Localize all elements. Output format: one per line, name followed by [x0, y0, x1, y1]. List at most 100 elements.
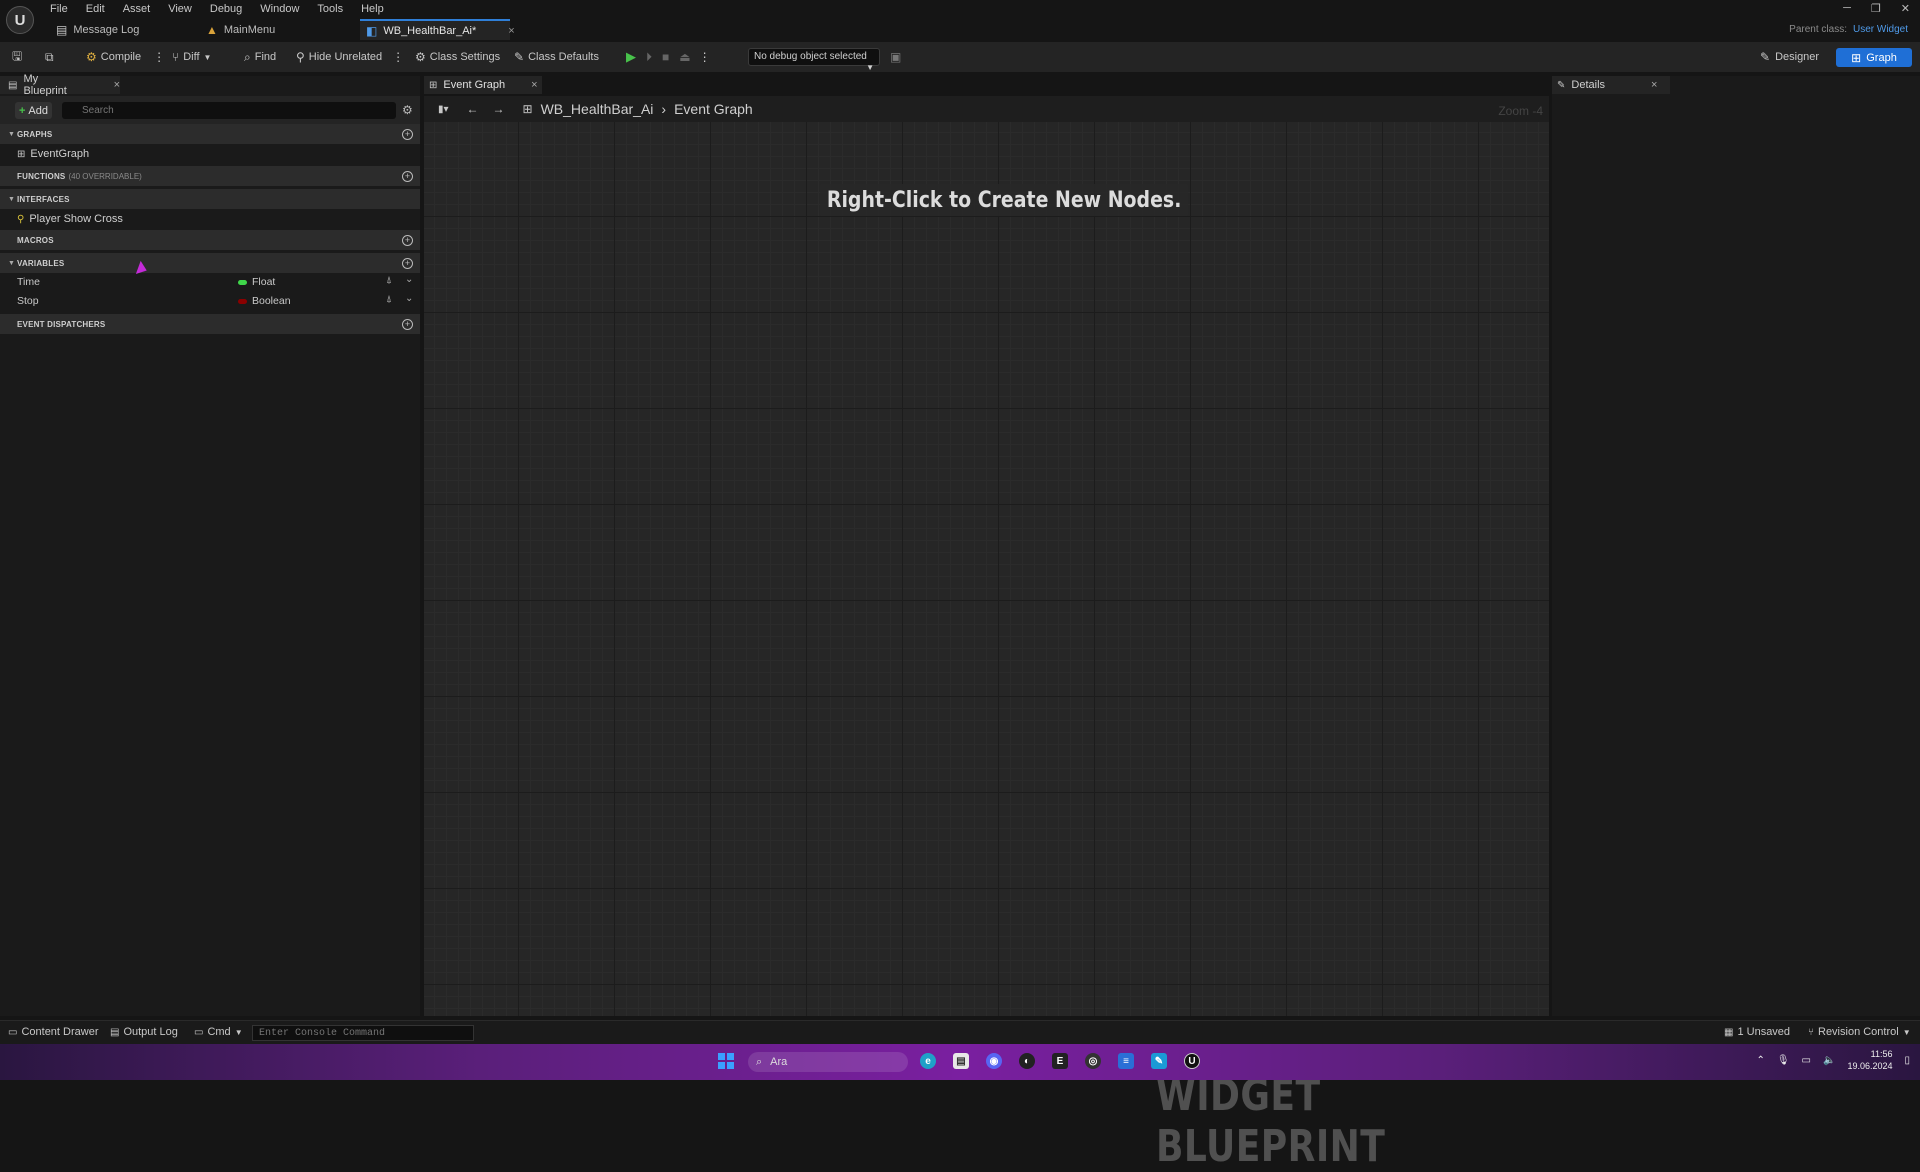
save-button[interactable]: 🖫: [12, 47, 22, 67]
collapse-icon[interactable]: ▼: [8, 196, 15, 203]
discord-icon[interactable]: ◉: [986, 1053, 1002, 1069]
more-icon[interactable]: ⋮: [699, 50, 711, 64]
more-icon[interactable]: ⋮: [153, 50, 165, 64]
variable-row-time[interactable]: Time Float ⍋ ⌄: [0, 274, 420, 292]
designer-button[interactable]: ✎ Designer: [1752, 48, 1827, 66]
volume-icon[interactable]: 🔈: [1823, 1055, 1835, 1066]
menu-help[interactable]: Help: [352, 2, 393, 17]
interface-item-player-show-cross[interactable]: ⚲ Player Show Cross: [17, 211, 123, 227]
file-explorer-icon[interactable]: ▤: [953, 1053, 969, 1069]
unreal-engine-icon[interactable]: U: [1184, 1053, 1200, 1069]
section-graphs[interactable]: ▼ GRAPHS +: [0, 124, 420, 144]
blueprint-icon: ◧: [366, 23, 378, 38]
browse-button[interactable]: ⧉: [45, 47, 54, 67]
revision-control-button[interactable]: ⑂ Revision Control ▼: [1808, 1026, 1911, 1038]
taskbar-search[interactable]: ⌕ Ara: [748, 1052, 908, 1072]
menu-debug[interactable]: Debug: [201, 2, 251, 17]
tab-details[interactable]: ✎ Details ×: [1552, 76, 1670, 94]
add-graph-icon[interactable]: +: [402, 128, 413, 140]
unreal-logo-icon[interactable]: U: [6, 6, 34, 34]
menu-edit[interactable]: Edit: [77, 2, 114, 17]
epic-games-icon[interactable]: E: [1052, 1053, 1068, 1069]
hide-unrelated-button[interactable]: ⚲ Hide Unrelated ⋮: [296, 47, 404, 67]
parent-class-value[interactable]: User Widget: [1853, 24, 1908, 35]
debug-object-select[interactable]: No debug object selected ▼: [748, 48, 880, 72]
close-icon[interactable]: ×: [531, 79, 537, 91]
notepad-icon[interactable]: ≡: [1118, 1053, 1134, 1069]
section-macros[interactable]: MACROS +: [0, 230, 420, 250]
add-macro-icon[interactable]: +: [402, 234, 413, 246]
add-function-icon[interactable]: +: [402, 170, 413, 182]
stop-icon[interactable]: ■: [662, 50, 669, 64]
github-icon[interactable]: ◐: [1019, 1053, 1035, 1069]
add-button[interactable]: + Add: [15, 102, 52, 119]
tab-wb-healthbar-ai[interactable]: ◧ WB_HealthBar_Ai* ×: [360, 19, 515, 40]
debug-browse-button[interactable]: ▣: [890, 47, 901, 67]
collapse-icon[interactable]: ▼: [8, 131, 15, 138]
menu-asset[interactable]: Asset: [114, 2, 160, 17]
more-icon[interactable]: ⋮: [392, 50, 404, 64]
graph-header: ▮▾ ← → ⊞ WB_HealthBar_Ai › Event Graph Z…: [424, 96, 1549, 122]
collapse-icon[interactable]: ▼: [8, 260, 15, 267]
clock[interactable]: 11:56 19.06.2024: [1847, 1048, 1892, 1072]
section-event-dispatchers[interactable]: EVENT DISPATCHERS +: [0, 314, 420, 334]
close-icon[interactable]: ×: [508, 25, 514, 37]
graph-button[interactable]: ⊞ Graph: [1836, 48, 1912, 67]
class-settings-button[interactable]: ⚙ Class Settings: [415, 47, 500, 67]
bookmark-icon[interactable]: ▮▾: [438, 104, 449, 115]
step-icon[interactable]: ⏵: [646, 50, 652, 65]
restore-icon[interactable]: ❐: [1871, 2, 1881, 15]
forward-arrow-icon[interactable]: →: [493, 102, 505, 116]
close-window-icon[interactable]: ✕: [1901, 2, 1910, 15]
chevron-down-icon[interactable]: ⌄: [405, 293, 413, 304]
drawing-app-icon[interactable]: ✎: [1151, 1053, 1167, 1069]
variable-type[interactable]: Float: [238, 276, 275, 288]
minimize-icon[interactable]: ─: [1843, 2, 1851, 15]
eject-icon[interactable]: ⏏: [679, 50, 690, 64]
notification-icon[interactable]: ▯: [1904, 1055, 1910, 1066]
variable-row-stop[interactable]: Stop Boolean ⍋ ⌄: [0, 293, 420, 311]
network-icon[interactable]: ▭: [1802, 1055, 1811, 1066]
edge-browser-icon[interactable]: e: [920, 1053, 936, 1069]
diff-button[interactable]: ⑂ Diff ▼: [172, 47, 211, 67]
compile-button[interactable]: ⚙ Compile ⋮: [86, 47, 165, 67]
breadcrumb-leaf[interactable]: Event Graph: [674, 101, 753, 117]
search-input[interactable]: [62, 102, 396, 119]
windows-start-icon[interactable]: [718, 1053, 734, 1069]
tab-event-graph[interactable]: ⊞ Event Graph ×: [424, 76, 542, 94]
graph-canvas[interactable]: Right-Click to Create New Nodes. WIDGET …: [424, 122, 1549, 1172]
section-variables[interactable]: ▼ VARIABLES +: [0, 253, 420, 273]
microphone-icon[interactable]: 🎙: [1777, 1055, 1790, 1066]
breadcrumb-root[interactable]: WB_HealthBar_Ai: [541, 101, 654, 117]
cmd-select[interactable]: ▭ Cmd ▼: [194, 1026, 243, 1038]
chevron-up-icon[interactable]: ⌃: [1756, 1055, 1764, 1066]
menu-tools[interactable]: Tools: [308, 2, 352, 17]
menu-file[interactable]: File: [50, 2, 77, 17]
section-interfaces[interactable]: ▼ INTERFACES: [0, 189, 420, 209]
play-icon[interactable]: ▶: [626, 49, 636, 65]
menu-view[interactable]: View: [159, 2, 201, 17]
back-arrow-icon[interactable]: ←: [467, 102, 479, 116]
chevron-down-icon[interactable]: ⌄: [405, 274, 413, 285]
visibility-icon[interactable]: ⍋: [386, 294, 392, 305]
tab-message-log[interactable]: ▤ Message Log: [50, 19, 200, 40]
content-drawer-button[interactable]: ▭ Content Drawer: [8, 1026, 99, 1038]
unsaved-button[interactable]: ▦ 1 Unsaved: [1724, 1026, 1790, 1038]
console-input[interactable]: [252, 1025, 474, 1041]
chrome-icon[interactable]: ◎: [1085, 1053, 1101, 1069]
output-log-button[interactable]: ▤ Output Log: [110, 1026, 178, 1038]
close-icon[interactable]: ×: [114, 79, 120, 91]
find-button[interactable]: ⌕ Find: [244, 47, 276, 67]
gear-icon[interactable]: ⚙: [402, 103, 413, 117]
section-functions[interactable]: FUNCTIONS (40 OVERRIDABLE) +: [0, 166, 420, 186]
graph-item-eventgraph[interactable]: ⊞ EventGraph: [17, 146, 89, 162]
tab-mainmenu[interactable]: ▲ MainMenu: [200, 19, 360, 40]
close-icon[interactable]: ×: [1651, 79, 1657, 91]
variable-type[interactable]: Boolean: [238, 295, 291, 307]
visibility-icon[interactable]: ⍋: [386, 275, 392, 286]
menu-window[interactable]: Window: [251, 2, 308, 17]
tab-my-blueprint[interactable]: ▤ My Blueprint ×: [0, 73, 120, 97]
class-defaults-button[interactable]: ✎ Class Defaults: [514, 47, 599, 67]
add-event-dispatcher-icon[interactable]: +: [402, 318, 413, 330]
add-variable-icon[interactable]: +: [402, 257, 413, 269]
